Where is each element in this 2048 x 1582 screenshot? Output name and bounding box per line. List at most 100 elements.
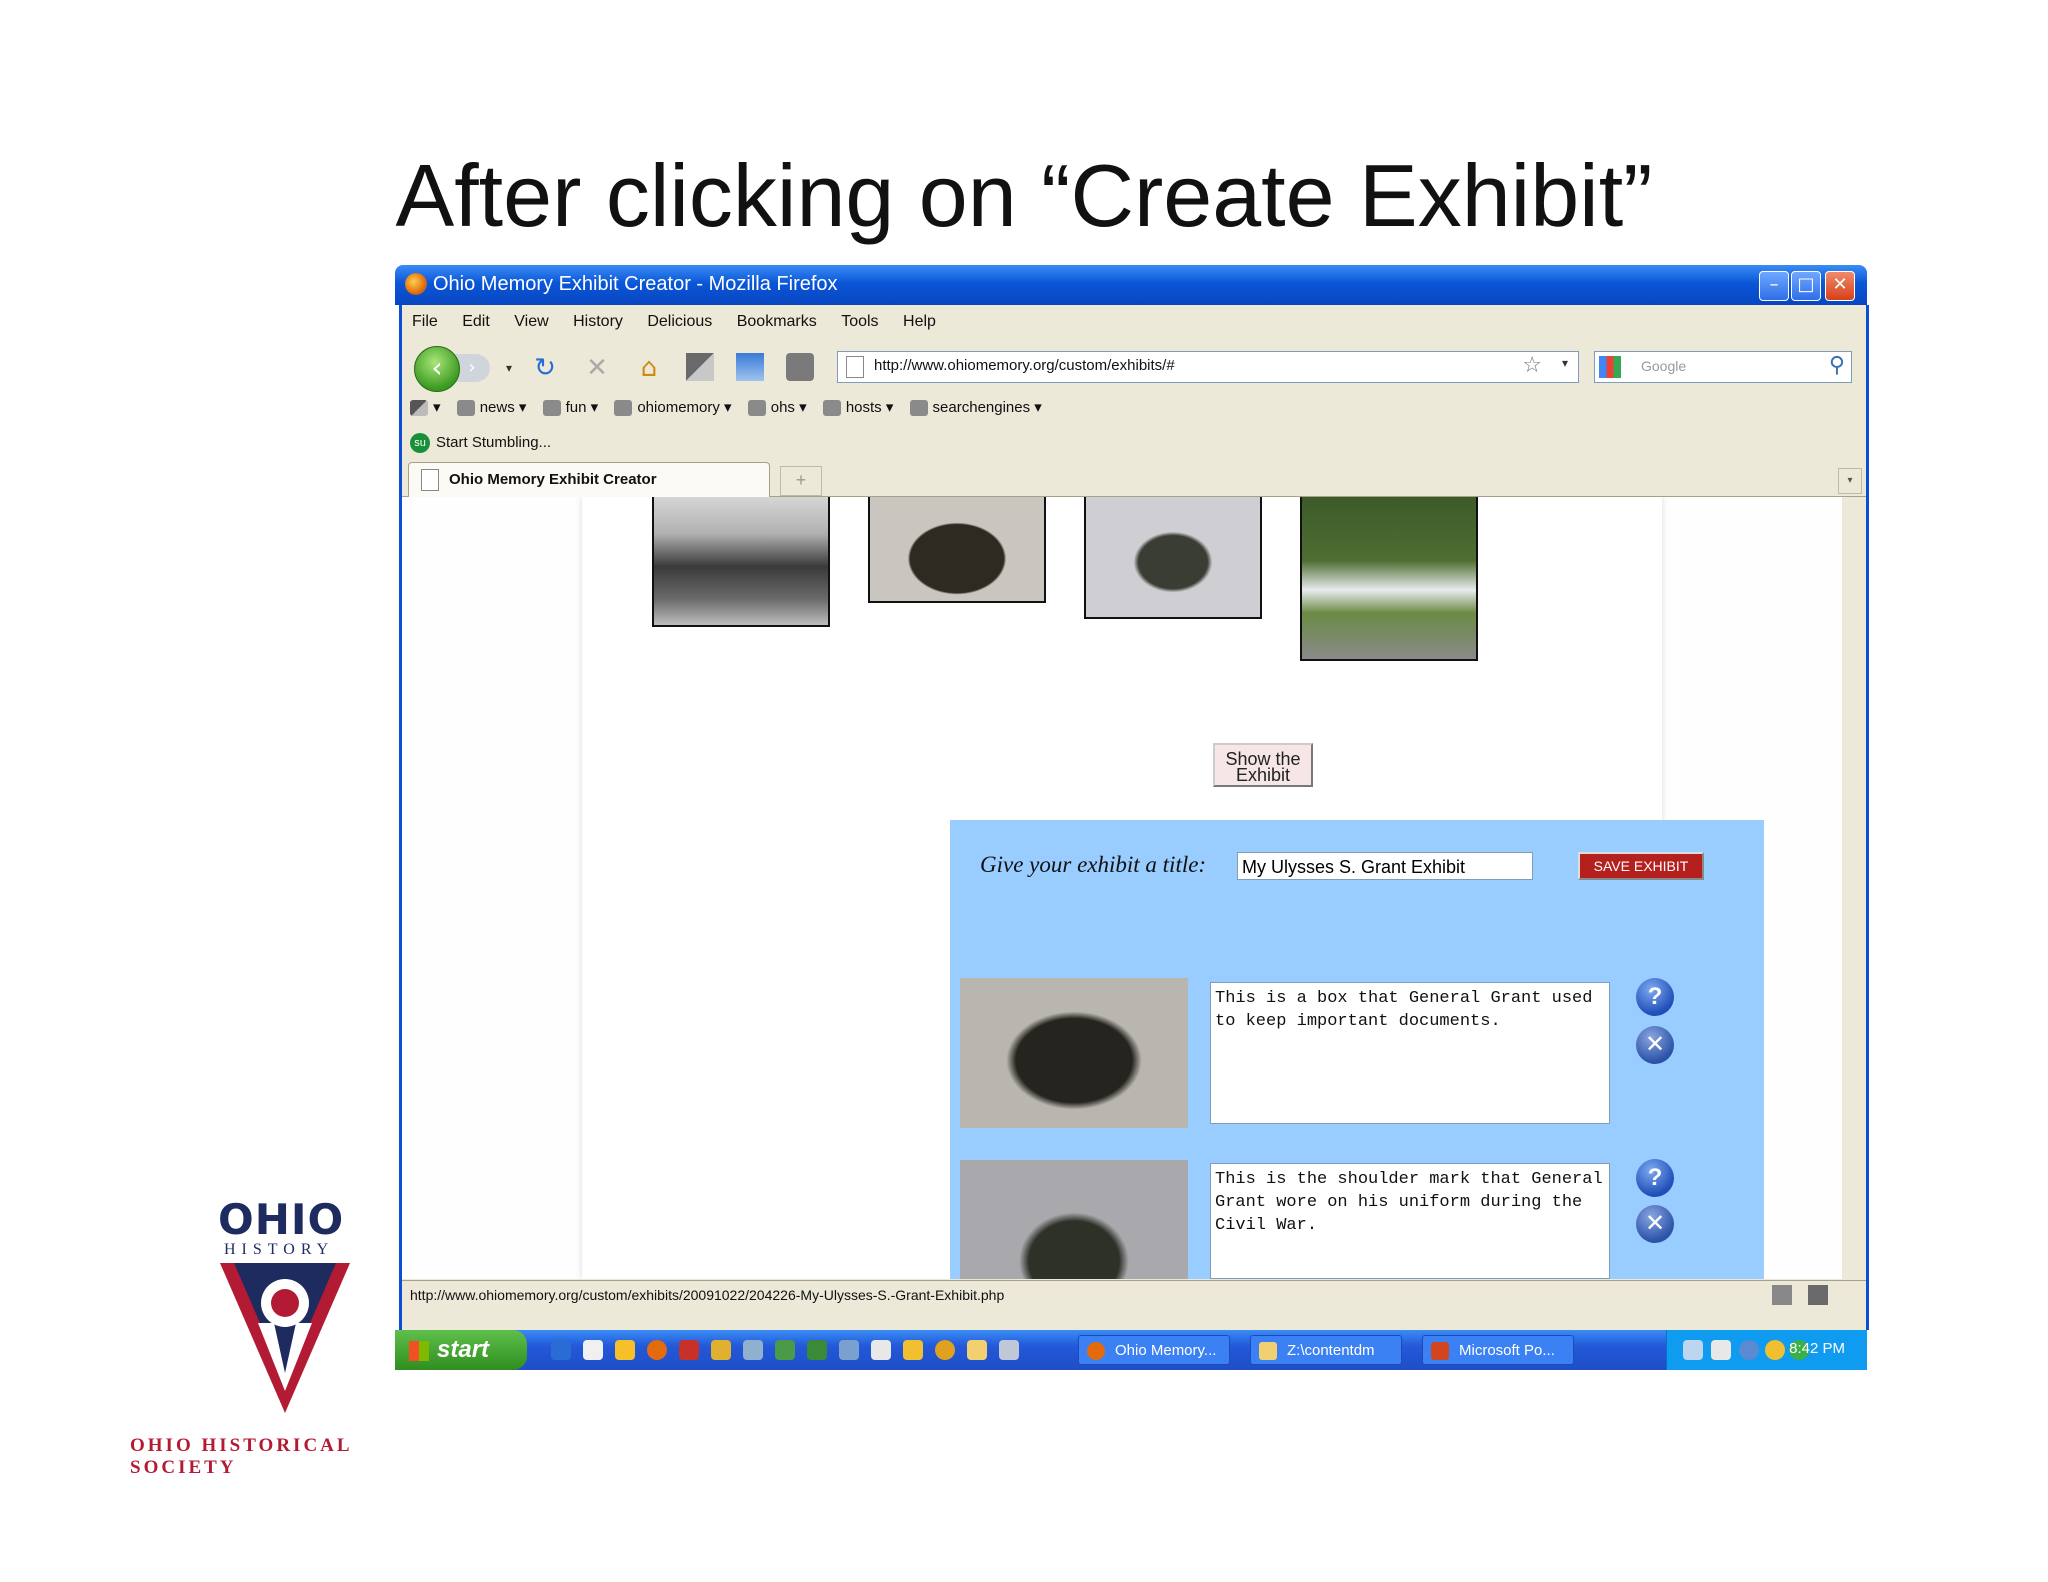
quicklaunch-icon[interactable]: [775, 1340, 795, 1360]
menu-file[interactable]: File: [412, 313, 438, 331]
logo-emblem-icon: [220, 1263, 350, 1413]
menu-history[interactable]: History: [573, 313, 623, 331]
bookmark-folder[interactable]: searchengines ▾: [909, 398, 1042, 417]
stumbleupon-icon: su: [410, 433, 430, 453]
tray-icon[interactable]: [1765, 1340, 1785, 1360]
bookmark-folder[interactable]: ohiomemory ▾: [614, 398, 732, 417]
slide-title: After clicking on “Create Exhibit”: [395, 146, 1653, 245]
show-exhibit-button[interactable]: Show the Exhibit: [1213, 743, 1313, 787]
item-description[interactable]: This is a box that General Grant used to…: [1210, 982, 1610, 1124]
clock: 8:42 PM: [1789, 1340, 1845, 1357]
thumbnail-box[interactable]: [868, 497, 1046, 603]
logo-ohio-text: OHIO: [218, 1195, 345, 1244]
search-icon[interactable]: ⚲: [1829, 353, 1845, 378]
stumbleupon-toolbar[interactable]: su Start Stumbling...: [410, 433, 551, 453]
remove-icon[interactable]: ✕: [1636, 1026, 1674, 1064]
history-dropdown-icon[interactable]: ▾: [494, 353, 524, 383]
quicklaunch-icon[interactable]: [615, 1340, 635, 1360]
help-icon[interactable]: ?: [1636, 1159, 1674, 1197]
menu-delicious[interactable]: Delicious: [647, 313, 712, 331]
star-icon[interactable]: ☆: [1522, 353, 1542, 378]
sidebar-icon[interactable]: [736, 353, 764, 381]
exhibit-panel: Give your exhibit a title: My Ulysses S.…: [950, 820, 1764, 1279]
status-bug-icon[interactable]: [1808, 1285, 1828, 1305]
quicklaunch-icon[interactable]: [999, 1340, 1019, 1360]
stop-icon[interactable]: ✕: [582, 353, 612, 383]
search-input[interactable]: Google: [1641, 358, 1686, 374]
bookmark-folder[interactable]: hosts ▾: [822, 398, 893, 417]
url-dropdown-icon[interactable]: ▾: [1562, 356, 1568, 370]
quicklaunch-icon[interactable]: [711, 1340, 731, 1360]
navigation-toolbar: › ‹ ▾ ↻ ✕ ⌂ http://www.ohiomemory.org/cu…: [402, 341, 1866, 393]
window-titlebar[interactable]: Ohio Memory Exhibit Creator - Mozilla Fi…: [395, 265, 1867, 305]
maximize-button[interactable]: □: [1791, 271, 1821, 301]
title-label: Give your exhibit a title:: [980, 852, 1207, 877]
quicklaunch-icon[interactable]: [743, 1340, 763, 1360]
url-text: http://www.ohiomemory.org/custom/exhibit…: [874, 357, 1175, 374]
page-viewport: Show the Exhibit Give your exhibit a tit…: [402, 497, 1842, 1279]
search-bar[interactable]: Google ⚲: [1594, 351, 1852, 383]
menu-bookmarks[interactable]: Bookmarks: [737, 313, 817, 331]
menu-help[interactable]: Help: [903, 313, 936, 331]
taskbar-item-powerpoint[interactable]: Microsoft Po...: [1422, 1335, 1574, 1365]
window-title: Ohio Memory Exhibit Creator - Mozilla Fi…: [433, 273, 838, 295]
tag-icon[interactable]: [786, 353, 814, 381]
quicklaunch-icon[interactable]: [935, 1340, 955, 1360]
folder-icon[interactable]: [967, 1340, 987, 1360]
system-tray: 8:42 PM: [1666, 1330, 1867, 1370]
taskbar-item-explorer[interactable]: Z:\contentdm: [1250, 1335, 1402, 1365]
ohio-history-logo: OHIO HISTORY OHIO HISTORICAL SOCIETY: [120, 1195, 460, 1478]
tab-strip: Ohio Memory Exhibit Creator + ▾: [402, 460, 1866, 497]
bookmarks-menu-icon[interactable]: ▾: [410, 398, 441, 417]
page-column: Show the Exhibit Give your exhibit a tit…: [582, 497, 1764, 1279]
tab-list-icon[interactable]: ▾: [1838, 468, 1862, 494]
menu-tools[interactable]: Tools: [841, 313, 878, 331]
firefox-icon: [405, 273, 427, 295]
tab-label: Ohio Memory Exhibit Creator: [449, 471, 657, 488]
item-description[interactable]: This is the shoulder mark that General G…: [1210, 1163, 1610, 1279]
home-icon[interactable]: ⌂: [634, 353, 664, 383]
thumbnail-house[interactable]: [1300, 497, 1478, 661]
bookmark-folder[interactable]: ohs ▾: [747, 398, 807, 417]
thumbnail-soldiers[interactable]: [652, 497, 830, 627]
status-addon-icon[interactable]: [1772, 1285, 1792, 1305]
tray-icon[interactable]: [1739, 1340, 1759, 1360]
bookmark-icon[interactable]: [686, 353, 714, 381]
thumbnail-shoulder-mark[interactable]: [1084, 497, 1262, 619]
tray-icon[interactable]: [1683, 1340, 1703, 1360]
tray-icon[interactable]: [1711, 1340, 1731, 1360]
tab-ohio-memory[interactable]: Ohio Memory Exhibit Creator: [408, 462, 770, 497]
bookmark-folder[interactable]: fun ▾: [542, 398, 598, 417]
page-icon: [846, 356, 864, 378]
quicklaunch-icon[interactable]: [839, 1340, 859, 1360]
back-button[interactable]: ‹: [414, 346, 460, 392]
help-icon[interactable]: ?: [1636, 978, 1674, 1016]
save-exhibit-button[interactable]: SAVE EXHIBIT: [1578, 852, 1704, 880]
url-bar[interactable]: http://www.ohiomemory.org/custom/exhibit…: [837, 351, 1579, 383]
reload-icon[interactable]: ↻: [530, 353, 560, 383]
minimize-button[interactable]: –: [1759, 271, 1789, 301]
quicklaunch-icon[interactable]: [871, 1340, 891, 1360]
remove-icon[interactable]: ✕: [1636, 1205, 1674, 1243]
filezilla-icon[interactable]: [679, 1340, 699, 1360]
item-image-box: [960, 978, 1188, 1128]
status-text: http://www.ohiomemory.org/custom/exhibit…: [410, 1287, 1005, 1303]
google-icon[interactable]: [1599, 356, 1621, 378]
new-tab-button[interactable]: +: [780, 466, 822, 496]
quicklaunch-icon[interactable]: [583, 1340, 603, 1360]
logo-society-text: OHIO HISTORICAL SOCIETY: [130, 1435, 352, 1478]
exhibit-title-input[interactable]: My Ulysses S. Grant Exhibit: [1237, 852, 1533, 880]
item-image-shoulder-mark: [960, 1160, 1188, 1279]
quicklaunch-icon[interactable]: [903, 1340, 923, 1360]
taskbar-item-firefox[interactable]: Ohio Memory...: [1078, 1335, 1230, 1365]
firefox-icon[interactable]: [647, 1340, 667, 1360]
quicklaunch-icon[interactable]: [807, 1340, 827, 1360]
bookmark-folder[interactable]: news ▾: [456, 398, 526, 417]
page-icon: [421, 469, 439, 491]
ie-icon[interactable]: [551, 1340, 571, 1360]
status-bar: http://www.ohiomemory.org/custom/exhibit…: [402, 1280, 1866, 1309]
menu-view[interactable]: View: [514, 313, 548, 331]
menu-edit[interactable]: Edit: [462, 313, 490, 331]
close-button[interactable]: ✕: [1825, 271, 1855, 301]
bookmarks-toolbar: ▾ news ▾ fun ▾ ohiomemory ▾ ohs ▾ hosts …: [410, 398, 1054, 426]
